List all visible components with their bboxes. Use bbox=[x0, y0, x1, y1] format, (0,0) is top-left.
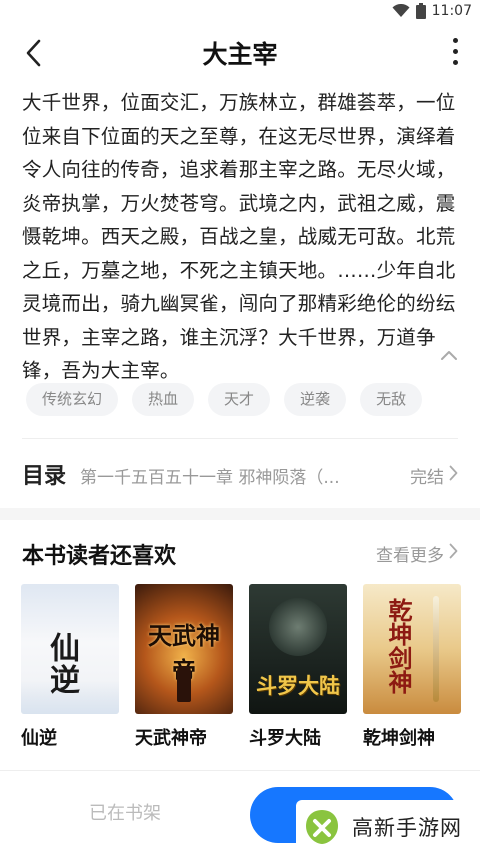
battery-icon bbox=[415, 3, 426, 19]
latest-chapter: 第一千五百五十一章 邪神陨落（... bbox=[80, 468, 340, 488]
see-more-link[interactable]: 查看更多 bbox=[376, 541, 444, 566]
book-description: 大千世界，位面交汇，万族林立，群雄荟萃，一位位来自下位面的天之至尊，在这无尽世界… bbox=[22, 91, 456, 382]
wifi-icon bbox=[392, 4, 410, 18]
completion-status: 完结 bbox=[410, 468, 444, 488]
collapse-chevron-up-icon[interactable] bbox=[440, 346, 458, 360]
tag-chip[interactable]: 传统玄幻 bbox=[26, 383, 119, 416]
book-title[interactable]: 斗罗大陆 bbox=[249, 724, 347, 750]
book-cover[interactable]: 天武神帝 bbox=[135, 584, 233, 714]
in-bookshelf-button[interactable]: 已在书架 bbox=[40, 799, 210, 825]
page-title: 大主宰 bbox=[202, 40, 278, 69]
recommendations-title: 本书读者还喜欢 bbox=[22, 544, 177, 569]
status-icons: 11:07 bbox=[392, 3, 472, 19]
cover-title-text: 仙逆 bbox=[44, 632, 79, 696]
watermark-text: 高新手游网 bbox=[352, 816, 462, 840]
section-separator bbox=[0, 508, 480, 520]
book-title[interactable]: 天武神帝 bbox=[135, 724, 233, 750]
book-card-xianni[interactable]: 仙逆 仙逆 bbox=[21, 584, 119, 750]
tag-chip[interactable]: 天才 bbox=[208, 383, 271, 416]
chevron-right-icon[interactable] bbox=[449, 543, 458, 563]
cover-title-text: 斗罗大陆 bbox=[256, 673, 340, 698]
book-card-douluo-dalu[interactable]: 斗罗大陆 斗罗大陆 bbox=[249, 584, 347, 750]
book-cover[interactable]: 仙逆 bbox=[21, 584, 119, 714]
recommendations-header: 本书读者还喜欢 查看更多 bbox=[0, 530, 480, 576]
chevron-right-icon bbox=[449, 465, 458, 485]
toc-label: 目录 bbox=[22, 464, 67, 489]
cover-title-text: 乾坤剑神 bbox=[384, 598, 413, 694]
status-time: 11:07 bbox=[431, 3, 472, 19]
watermark: 高新手游网 bbox=[296, 800, 480, 854]
book-cover[interactable]: 乾坤剑神 bbox=[363, 584, 461, 714]
book-title[interactable]: 仙逆 bbox=[21, 724, 119, 750]
watermark-logo-icon bbox=[302, 807, 342, 847]
book-cover[interactable]: 斗罗大陆 bbox=[249, 584, 347, 714]
status-bar: 11:07 bbox=[0, 0, 480, 24]
genre-tags: 传统玄幻 热血 天才 逆袭 无敌 bbox=[26, 383, 423, 416]
book-card-qiankun-jianshen[interactable]: 乾坤剑神 乾坤剑神 bbox=[363, 584, 461, 750]
more-vertical-icon[interactable] bbox=[450, 38, 460, 68]
book-title[interactable]: 乾坤剑神 bbox=[363, 724, 461, 750]
tag-chip[interactable]: 热血 bbox=[132, 383, 195, 416]
tag-chip[interactable]: 无敌 bbox=[360, 383, 423, 416]
top-nav-bar: 大主宰 bbox=[0, 24, 480, 82]
table-of-contents-row[interactable]: 目录 第一千五百五十一章 邪神陨落（... 完结 bbox=[0, 440, 480, 508]
tag-chip[interactable]: 逆袭 bbox=[284, 383, 347, 416]
book-card-tianwu-shendi[interactable]: 天武神帝 天武神帝 bbox=[135, 584, 233, 750]
divider bbox=[22, 438, 458, 439]
recommended-books-list: 仙逆 仙逆 天武神帝 天武神帝 斗罗大陆 斗罗大陆 乾坤剑神 乾坤剑神 bbox=[21, 584, 461, 750]
